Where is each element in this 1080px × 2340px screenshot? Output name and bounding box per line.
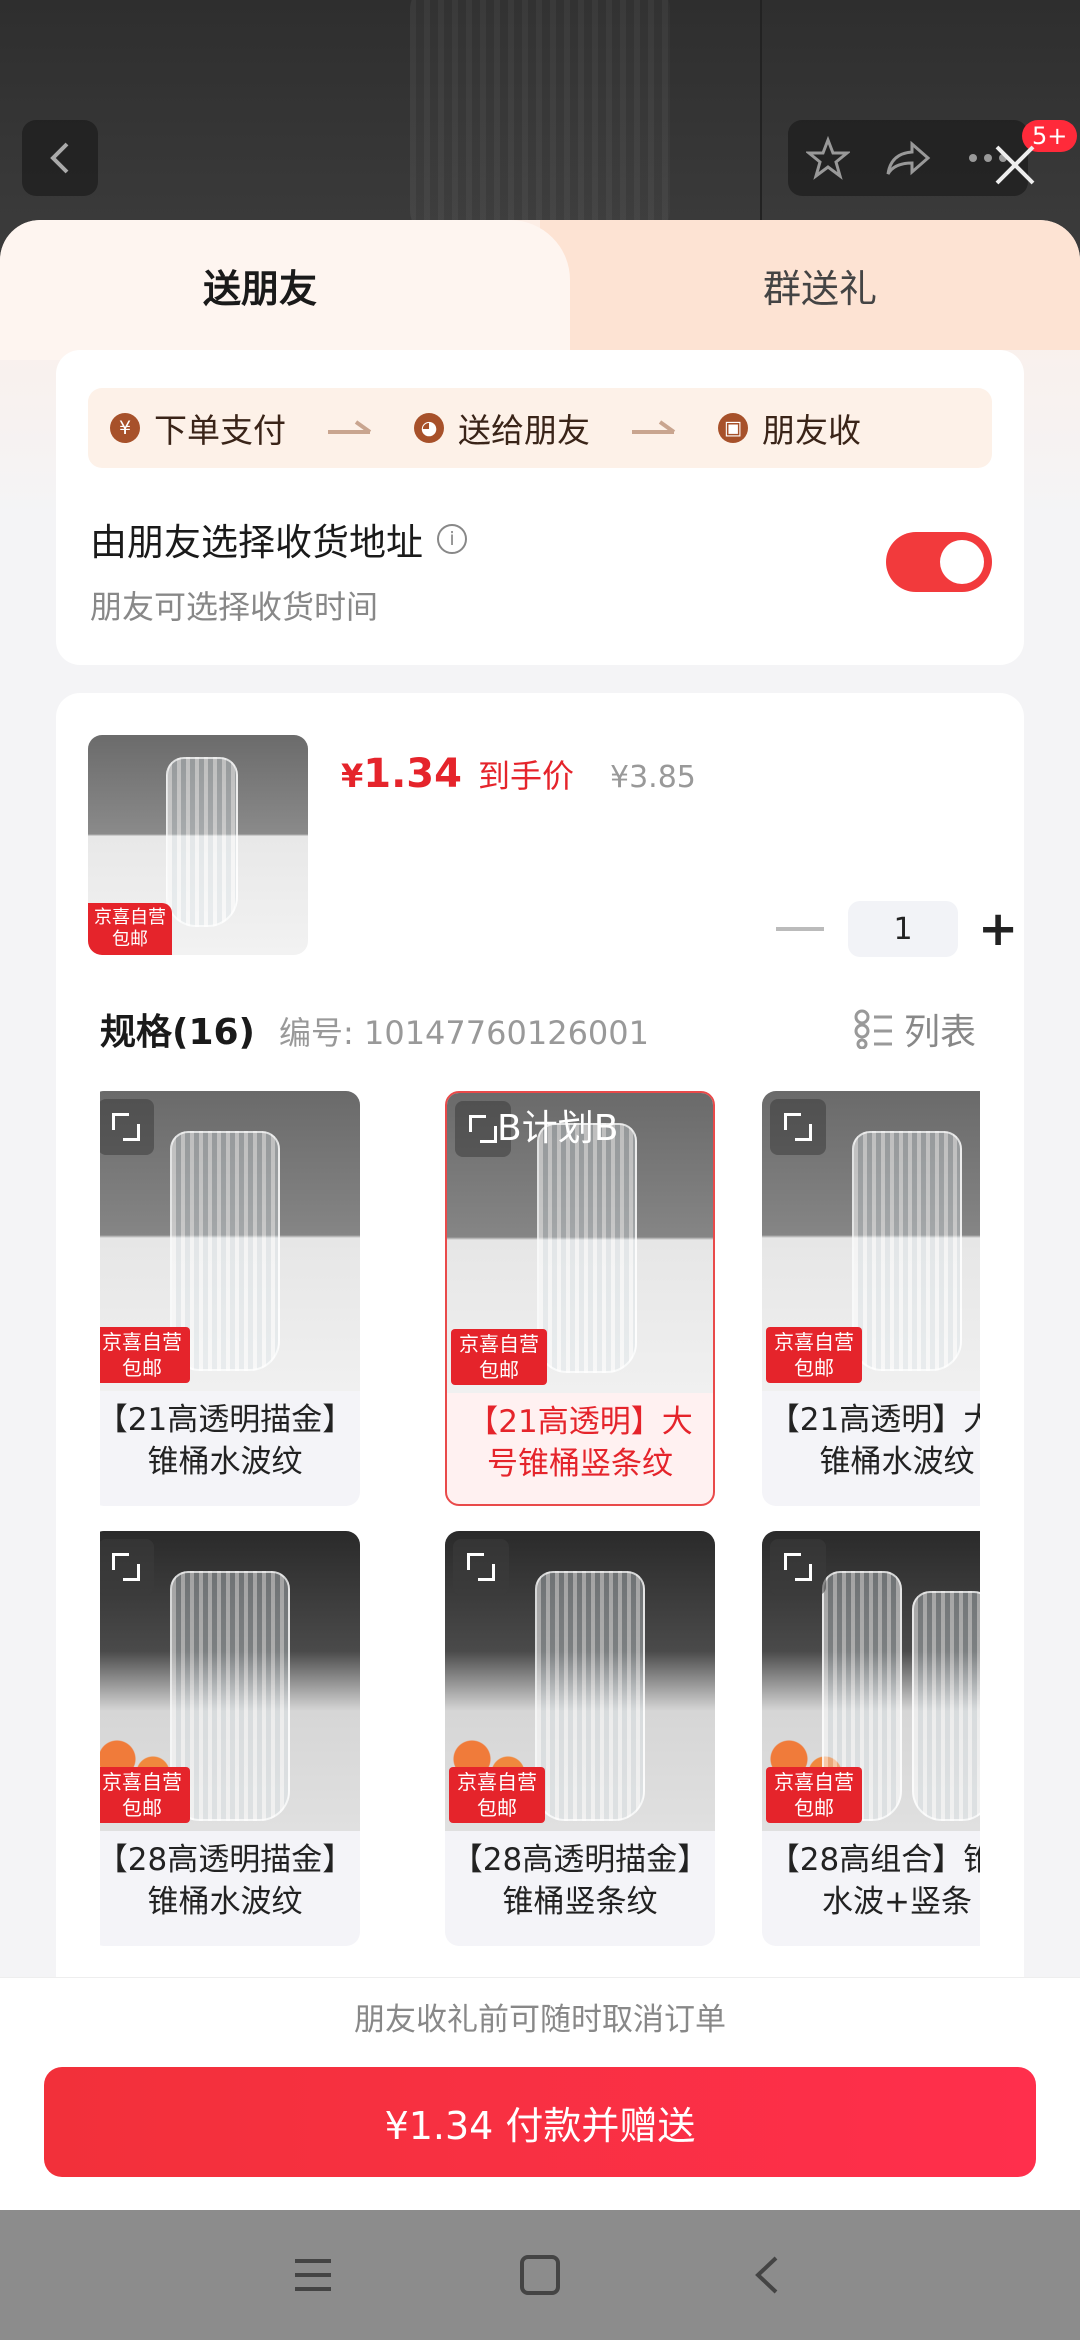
arrow-right-icon bbox=[286, 418, 414, 438]
decrease-button[interactable] bbox=[776, 927, 824, 931]
currency-symbol: ¥ bbox=[341, 757, 364, 795]
step-label: 送给朋友 bbox=[458, 411, 590, 450]
spec-option-label: 【28高透明描金】锥桶水波纹 bbox=[100, 1842, 354, 1920]
watermark-text: B计划B bbox=[497, 1108, 619, 1149]
spec-option-label: 【28高组合】锥桶水波+竖条 bbox=[768, 1842, 980, 1920]
close-button[interactable] bbox=[985, 135, 1045, 195]
info-icon[interactable]: i bbox=[437, 524, 467, 554]
chevron-left-icon bbox=[754, 2256, 778, 2294]
expand-icon[interactable] bbox=[453, 1539, 509, 1595]
back-button[interactable] bbox=[22, 120, 98, 196]
step-send: ◕ 送给朋友 bbox=[414, 404, 590, 452]
spec-option-selected[interactable]: B计划B 京喜自营 包邮 【21高透明】大号锥桶竖条纹 bbox=[445, 1091, 715, 1506]
spec-title: 规格(16) bbox=[100, 1012, 256, 1053]
gift-steps: ¥ 下单支付 ◕ 送给朋友 ▣ 朋友收 bbox=[88, 388, 992, 468]
self-operated-badge: 京喜自营 包邮 bbox=[100, 1767, 190, 1823]
address-option-title: 由朋友选择收货地址 i bbox=[90, 512, 467, 566]
yen-icon: ¥ bbox=[110, 413, 140, 443]
spec-option[interactable]: 京喜自营 包邮 【21高透明描金】锥桶水波纹 bbox=[100, 1091, 360, 1506]
step-receive: ▣ 朋友收 bbox=[718, 404, 861, 452]
wechat-icon: ◕ bbox=[414, 413, 444, 443]
product-code: 编号: 10147760126001 bbox=[279, 1014, 650, 1052]
nav-back-button[interactable] bbox=[727, 2235, 807, 2315]
favorite-button[interactable] bbox=[788, 136, 868, 180]
gift-flow-card: ¥ 下单支付 ◕ 送给朋友 ▣ 朋友收 由朋友选择收货地址 i 朋友可选择收货时… bbox=[56, 350, 1024, 665]
expand-icon[interactable] bbox=[100, 1099, 154, 1155]
menu-icon bbox=[295, 2259, 332, 2291]
arrow-right-icon bbox=[590, 418, 718, 438]
quantity-value[interactable]: 1 bbox=[848, 901, 958, 957]
final-price-label: 到手价 bbox=[477, 757, 574, 795]
square-icon bbox=[519, 2255, 560, 2295]
increase-button[interactable]: + bbox=[978, 901, 1018, 957]
pay-and-gift-button[interactable]: ¥1.34 付款并赠送 bbox=[44, 2067, 1036, 2177]
self-operated-badge: 京喜自营 包邮 bbox=[766, 1327, 862, 1383]
star-icon bbox=[806, 136, 850, 180]
chevron-left-icon bbox=[50, 142, 69, 174]
vase-image-backdrop bbox=[410, 0, 670, 240]
share-icon bbox=[886, 140, 931, 176]
tab-bar: 送朋友 群送礼 bbox=[0, 220, 1080, 360]
spec-option-label: 【21高透明】大号锥桶竖条纹 bbox=[467, 1404, 693, 1482]
expand-icon[interactable] bbox=[770, 1539, 826, 1595]
divider bbox=[760, 0, 762, 240]
cancel-notice: 朋友收礼前可随时取消订单 bbox=[0, 1977, 1080, 2055]
home-button[interactable] bbox=[500, 2235, 580, 2315]
step-label: 下单支付 bbox=[154, 411, 286, 450]
self-operated-badge: 京喜自营 包邮 bbox=[451, 1329, 547, 1385]
tab-group-gift[interactable]: 群送礼 bbox=[560, 220, 1080, 350]
price-row: ¥ 1.34 到手价 ¥3.85 bbox=[341, 751, 696, 797]
spec-option-label: 【28高透明描金】锥桶竖条纹 bbox=[451, 1842, 709, 1920]
gift-icon: ▣ bbox=[718, 413, 748, 443]
spec-header: 规格(16) 编号: 10147760126001 bbox=[100, 1003, 649, 1055]
recent-apps-button[interactable] bbox=[273, 2235, 353, 2315]
tab-send-friend[interactable]: 送朋友 bbox=[0, 220, 520, 350]
spec-option[interactable]: 京喜自营 包邮 【28高透明描金】锥桶竖条纹 bbox=[445, 1531, 715, 1946]
self-operated-badge: 京喜自营 包邮 bbox=[100, 1327, 190, 1383]
step-label: 朋友收 bbox=[762, 411, 861, 450]
spec-option-label: 【21高透明】大号锥桶水波纹 bbox=[768, 1402, 980, 1480]
self-operated-badge: 京喜自营 包邮 bbox=[449, 1767, 545, 1823]
quantity-stepper: 1 + bbox=[776, 901, 1018, 957]
gift-sheet: 送朋友 群送礼 ¥ 下单支付 ◕ 送给朋友 ▣ 朋友收 由朋友选择收货地址 i … bbox=[0, 220, 1080, 2210]
expand-icon[interactable] bbox=[770, 1099, 826, 1155]
footer: ¥1.34 付款并赠送 bbox=[0, 2055, 1080, 2210]
list-icon bbox=[854, 1009, 892, 1049]
product-thumbnail[interactable]: 京喜自营 包邮 bbox=[88, 735, 308, 955]
spec-option[interactable]: 京喜自营包邮 【28高组合】锥桶水波+竖条 bbox=[762, 1531, 980, 1946]
address-option-subtitle: 朋友可选择收货时间 bbox=[90, 588, 379, 626]
share-button[interactable] bbox=[868, 138, 948, 178]
friend-address-toggle[interactable] bbox=[886, 532, 992, 592]
spec-option[interactable]: 京喜自营包邮 【21高透明】大号锥桶水波纹 bbox=[762, 1091, 980, 1506]
step-pay: ¥ 下单支付 bbox=[110, 404, 286, 452]
spec-grid: 京喜自营 包邮 【21高透明描金】锥桶水波纹 B计划B 京喜自营 包邮 【21高透明… bbox=[100, 1091, 980, 1981]
original-price: ¥3.85 bbox=[609, 760, 696, 795]
self-operated-badge: 京喜自营 包邮 bbox=[766, 1767, 862, 1823]
spec-option[interactable]: 京喜自营 包邮 【28高透明描金】锥桶水波纹 bbox=[100, 1531, 360, 1946]
expand-icon[interactable] bbox=[100, 1539, 154, 1595]
list-view-button[interactable]: 列表 bbox=[854, 1003, 976, 1055]
self-operated-badge: 京喜自营 包邮 bbox=[88, 903, 172, 955]
final-price: 1.34 bbox=[363, 751, 462, 797]
spec-option-label: 【21高透明描金】锥桶水波纹 bbox=[100, 1402, 354, 1480]
close-icon bbox=[995, 145, 1035, 185]
system-nav-bar bbox=[0, 2210, 1080, 2340]
